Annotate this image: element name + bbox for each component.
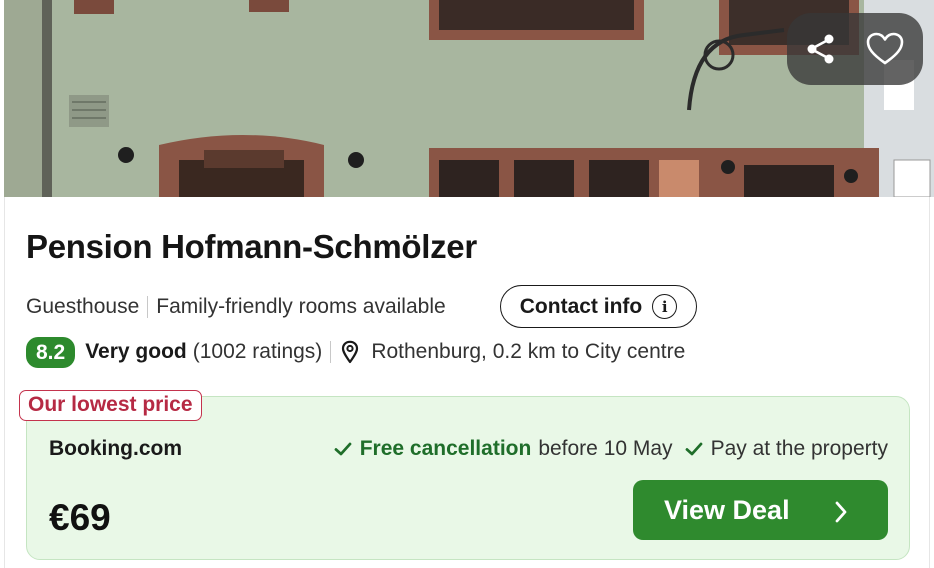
checkmark-icon — [685, 441, 703, 457]
deal-price: €69 — [49, 497, 111, 538]
info-icon: i — [652, 294, 678, 319]
checkmark-icon — [334, 441, 352, 457]
contact-info-label: Contact info — [519, 294, 643, 318]
divider — [330, 341, 332, 363]
deal-perks: Free cancellation before 10 May Pay at t… — [334, 437, 888, 461]
chevron-right-icon — [834, 499, 848, 530]
perk-free-cancellation: Free cancellation before 10 May — [334, 437, 673, 461]
photo-actions — [787, 13, 923, 85]
location-text[interactable]: Rothenburg, 0.2 km to City centre — [371, 340, 685, 364]
rating-verdict: Very good — [85, 340, 187, 363]
hotel-photo[interactable] — [4, 0, 934, 197]
share-button[interactable] — [801, 29, 841, 69]
favorite-button[interactable] — [865, 29, 905, 69]
divider — [147, 296, 149, 318]
perk-pay-at-property: Pay at the property — [685, 437, 888, 461]
share-icon — [807, 34, 834, 64]
perk-2: Pay at the property — [710, 437, 888, 460]
hotel-feature: Family-friendly rooms available — [156, 295, 446, 318]
lowest-price-badge: Our lowest price — [19, 390, 202, 421]
rating-count[interactable]: (1002 ratings) — [193, 340, 323, 364]
location-pin-icon — [341, 340, 359, 364]
card-border — [929, 197, 930, 568]
rating-row: 8.2 Very good (1002 ratings) Rothenburg,… — [26, 336, 685, 368]
accommodation-type: Guesthouse — [26, 295, 140, 318]
view-deal-button[interactable]: View Deal — [633, 480, 888, 540]
rating-score-badge: 8.2 — [26, 336, 76, 368]
view-deal-label: View Deal — [664, 494, 790, 525]
perk-1-strong: Free cancellation — [359, 437, 532, 460]
card-border — [4, 197, 5, 568]
contact-info-button[interactable]: Contact info i — [500, 285, 697, 328]
hotel-name[interactable]: Pension Hofmann-Schmölzer — [26, 228, 477, 266]
provider-name: Booking.com — [49, 437, 183, 460]
heart-icon — [866, 32, 904, 65]
hotel-meta: Guesthouse Family-friendly rooms availab… — [26, 293, 446, 321]
perk-1-rest: before 10 May — [538, 437, 673, 460]
